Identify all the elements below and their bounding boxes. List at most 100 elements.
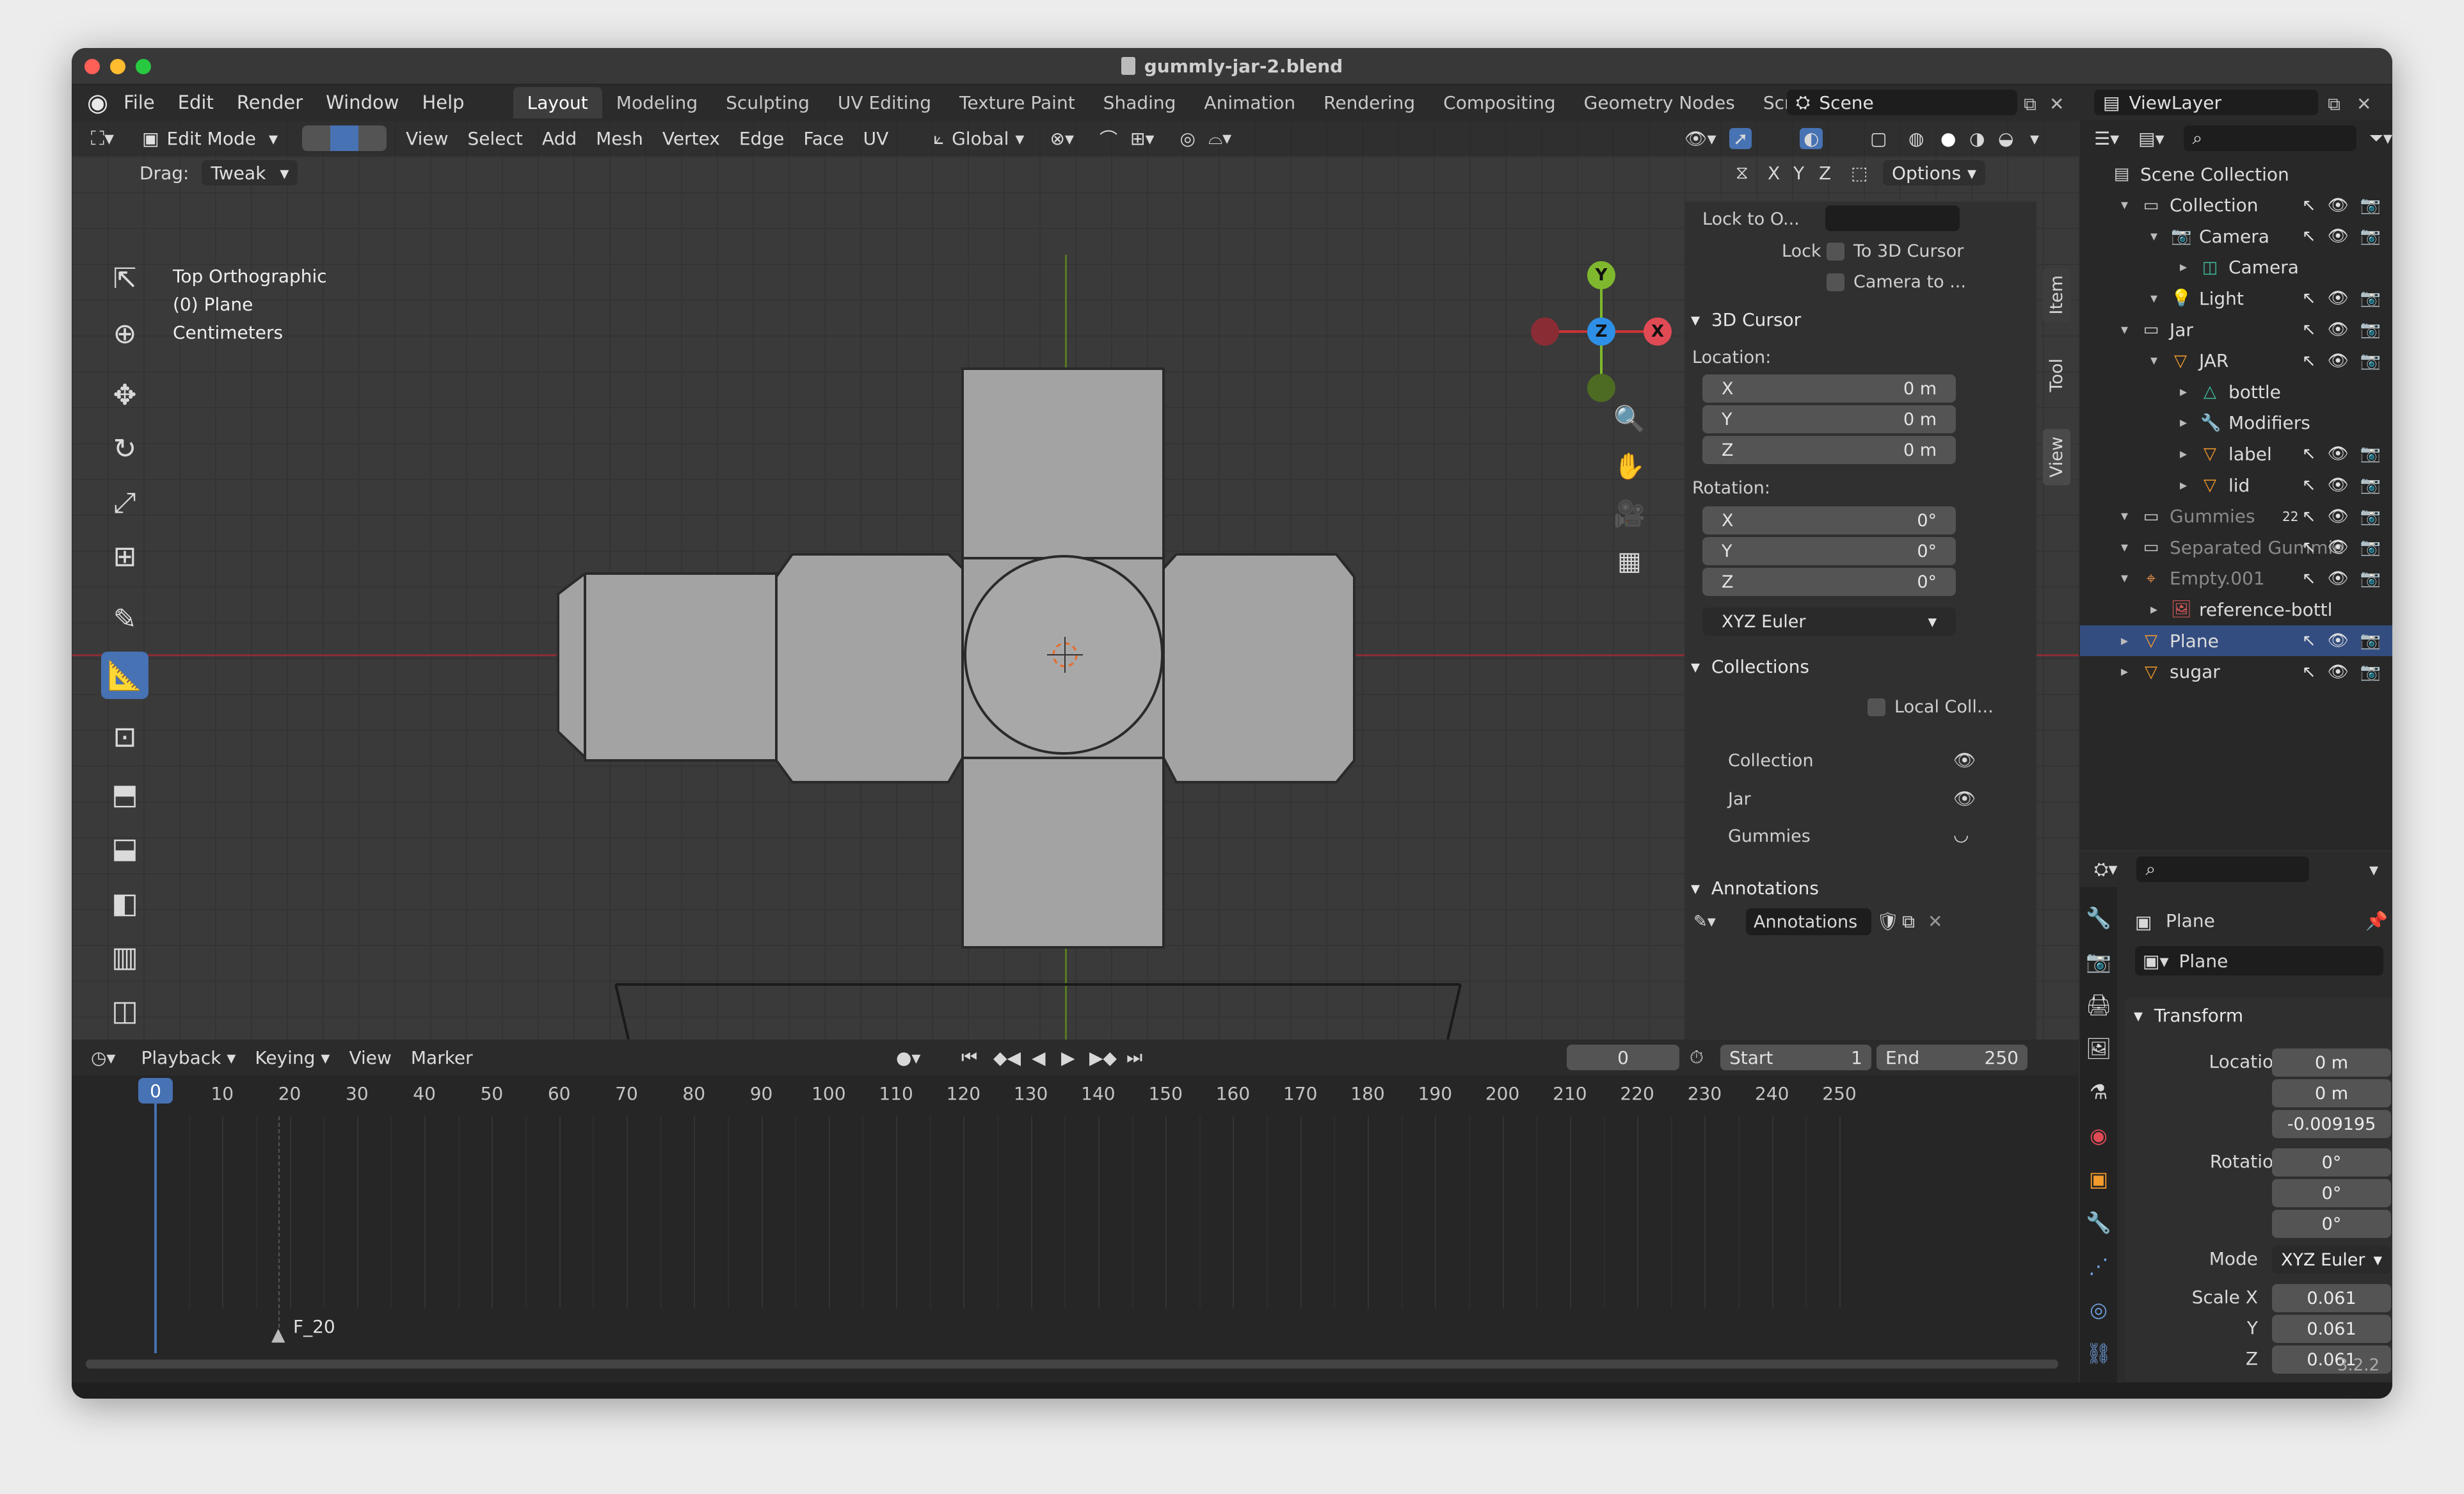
move-tool-icon[interactable]: ✥	[101, 371, 148, 419]
render-toggle-icon[interactable]: 📷	[2360, 351, 2381, 371]
tab-rendering[interactable]: Rendering	[1309, 87, 1429, 118]
object-tab-icon[interactable]: ▣	[2080, 1157, 2117, 1201]
modifier-tab-icon[interactable]: 🔧	[2080, 1201, 2117, 1244]
render-toggle-icon[interactable]: 📷	[2360, 227, 2381, 246]
navigation-gizmo[interactable]: Y X Z	[1531, 261, 1672, 402]
menu-help[interactable]: Help	[422, 92, 464, 113]
eye-icon[interactable]: 👁	[2328, 507, 2349, 526]
timeline-scrollbar[interactable]	[86, 1360, 2058, 1369]
fake-user-icon[interactable]: 🛡	[1876, 911, 1900, 932]
lock-to-cursor-checkbox[interactable]	[1827, 243, 1844, 261]
rotate-tool-icon[interactable]: ↻	[101, 425, 148, 472]
extrude-tool-icon[interactable]: ⬒	[101, 771, 148, 818]
expand-toggle-icon[interactable]: ▾	[2121, 570, 2128, 586]
outliner-row[interactable]: ▸ ◫ Camera	[2080, 252, 2392, 283]
select-tool-icon[interactable]: ⇱	[101, 255, 148, 302]
inset-tool-icon[interactable]: ⬓	[101, 824, 148, 872]
outliner-row[interactable]: ▤ Scene Collection	[2080, 159, 2392, 189]
camera-to-view-checkbox[interactable]	[1827, 273, 1844, 291]
render-toggle-icon[interactable]: 📷	[2360, 476, 2381, 495]
new-scene-icon[interactable]: ⧉	[2024, 93, 2036, 115]
eye-icon[interactable]: 👁	[1953, 788, 1976, 809]
expand-toggle-icon[interactable]: ▾	[2150, 353, 2157, 369]
tab-view[interactable]: View	[2043, 429, 2070, 486]
expand-toggle-icon[interactable]: ▸	[2180, 384, 2187, 400]
expand-toggle-icon[interactable]: ▾	[2150, 229, 2157, 245]
transform-panel-header[interactable]: ▾ Transform	[2134, 1005, 2243, 1026]
expand-toggle-icon[interactable]: ▸	[2180, 415, 2187, 431]
outliner-row[interactable]: ▾ ▽ JAR ↖ 👁 📷	[2080, 346, 2392, 376]
eye-icon[interactable]: 👁	[2328, 289, 2349, 308]
tab-sculpting[interactable]: Sculpting	[712, 87, 824, 118]
location-z-field[interactable]: -0.009195	[2272, 1110, 2391, 1138]
outliner-row[interactable]: ▸ ▽ label ↖ 👁 📷	[2080, 438, 2392, 469]
render-toggle-icon[interactable]: 📷	[2360, 507, 2381, 526]
ortho-toggle-icon[interactable]: ▦	[1610, 538, 1649, 585]
scale-x-field[interactable]: 0.061	[2272, 1284, 2391, 1312]
cursor-rotation-mode[interactable]: XYZ Euler ▾	[1702, 607, 1956, 636]
select-toggle-icon[interactable]: ↖	[2302, 320, 2316, 339]
properties-editor-icon[interactable]: ⛭▾	[2094, 858, 2117, 880]
maximize-window-button[interactable]	[136, 59, 151, 74]
lock-object-field[interactable]	[1825, 205, 1960, 231]
timeline-ruler[interactable]: 10 20 30 40 50 60 70 80 90 100 110 120 130 140 150 160 1…	[72, 1040, 2079, 1116]
menu-render[interactable]: Render	[237, 92, 303, 113]
outliner-editor-icon[interactable]: ☰▾	[2094, 128, 2119, 149]
expand-toggle-icon[interactable]: ▾	[2150, 291, 2157, 307]
render-toggle-icon[interactable]: 📷	[2360, 196, 2381, 215]
minimize-window-button[interactable]	[110, 59, 125, 74]
delete-view-layer-icon[interactable]: ✕	[2356, 93, 2371, 115]
select-toggle-icon[interactable]: ↖	[2302, 507, 2316, 526]
cursor-tool-icon[interactable]: ⊕	[101, 310, 148, 357]
rotation-y-field[interactable]: 0°	[2272, 1179, 2391, 1207]
eye-icon[interactable]: 👁	[2328, 569, 2349, 588]
render-toggle-icon[interactable]: 📷	[2360, 320, 2381, 339]
eye-icon[interactable]: 👁	[2328, 227, 2349, 246]
view-layer-selector[interactable]: ▤ ViewLayer	[2094, 90, 2318, 115]
playhead-line[interactable]	[154, 1104, 157, 1353]
gizmo-y-axis[interactable]: Y	[1587, 261, 1615, 289]
physics-tab-icon[interactable]: ◎	[2080, 1288, 2117, 1331]
gizmo-z-axis[interactable]: Z	[1587, 317, 1615, 346]
gizmo-neg-x-axis[interactable]	[1531, 317, 1559, 346]
outliner-row[interactable]: ▸ ▽ Plane ↖ 👁 📷	[2080, 625, 2392, 656]
annotations-field[interactable]: Annotations	[1746, 908, 1871, 935]
eye-icon[interactable]: 👁	[2328, 320, 2349, 339]
expand-toggle-icon[interactable]: ▸	[2180, 478, 2187, 494]
3d-cursor-panel-header[interactable]: ▾ 3D Cursor	[1691, 309, 1801, 330]
unlink-icon[interactable]: ✕	[1928, 911, 1942, 932]
eye-icon[interactable]: 👁	[2328, 538, 2349, 557]
world-tab-icon[interactable]: ◉	[2080, 1114, 2117, 1157]
properties-search[interactable]: ⌕	[2136, 856, 2310, 882]
location-x-field[interactable]: 0 m	[2272, 1048, 2391, 1077]
eye-icon[interactable]: 👁	[2328, 196, 2349, 215]
particles-tab-icon[interactable]: ⋰	[2080, 1244, 2117, 1288]
select-toggle-icon[interactable]: ↖	[2302, 663, 2316, 682]
camera-view-icon[interactable]: 🎥	[1610, 490, 1649, 538]
knife-tool-icon[interactable]: ◫	[101, 987, 148, 1034]
tab-animation[interactable]: Animation	[1190, 87, 1309, 118]
timeline-area[interactable]	[72, 1116, 2079, 1308]
blender-logo-icon[interactable]: ◉	[87, 88, 108, 116]
tab-item[interactable]: Item	[2043, 268, 2070, 323]
outliner-row[interactable]: ▾ ▭ Separated Gummie ↖ 👁 📷	[2080, 532, 2392, 563]
render-properties-tab-icon[interactable]: 📷	[2080, 940, 2117, 983]
cursor-location-z[interactable]: Z0 m	[1702, 436, 1956, 464]
add-cube-tool-icon[interactable]: ⊡	[101, 713, 148, 760]
measure-tool-icon[interactable]: 📐	[101, 652, 148, 699]
scene-tab-icon[interactable]: ⚗	[2080, 1070, 2117, 1114]
bevel-tool-icon[interactable]: ◧	[101, 880, 148, 927]
annotate-tool-icon[interactable]: ✎	[101, 595, 148, 643]
playhead-label[interactable]: 0	[138, 1078, 173, 1104]
cursor-rotation-y[interactable]: Y 0°	[1702, 537, 1956, 565]
collections-panel-header[interactable]: ▾ Collections	[1691, 656, 1809, 677]
constraints-tab-icon[interactable]: ⛓	[2080, 1331, 2117, 1375]
select-toggle-icon[interactable]: ↖	[2302, 476, 2316, 495]
annotations-panel-header[interactable]: ▾ Annotations	[1691, 878, 1819, 899]
render-toggle-icon[interactable]: 📷	[2360, 289, 2381, 308]
rotation-x-field[interactable]: 0°	[2272, 1148, 2391, 1177]
expand-toggle-icon[interactable]: ▸	[2180, 259, 2187, 275]
output-properties-tab-icon[interactable]: 🖨	[2080, 983, 2117, 1027]
menu-file[interactable]: File	[124, 92, 155, 113]
select-toggle-icon[interactable]: ↖	[2302, 538, 2316, 557]
